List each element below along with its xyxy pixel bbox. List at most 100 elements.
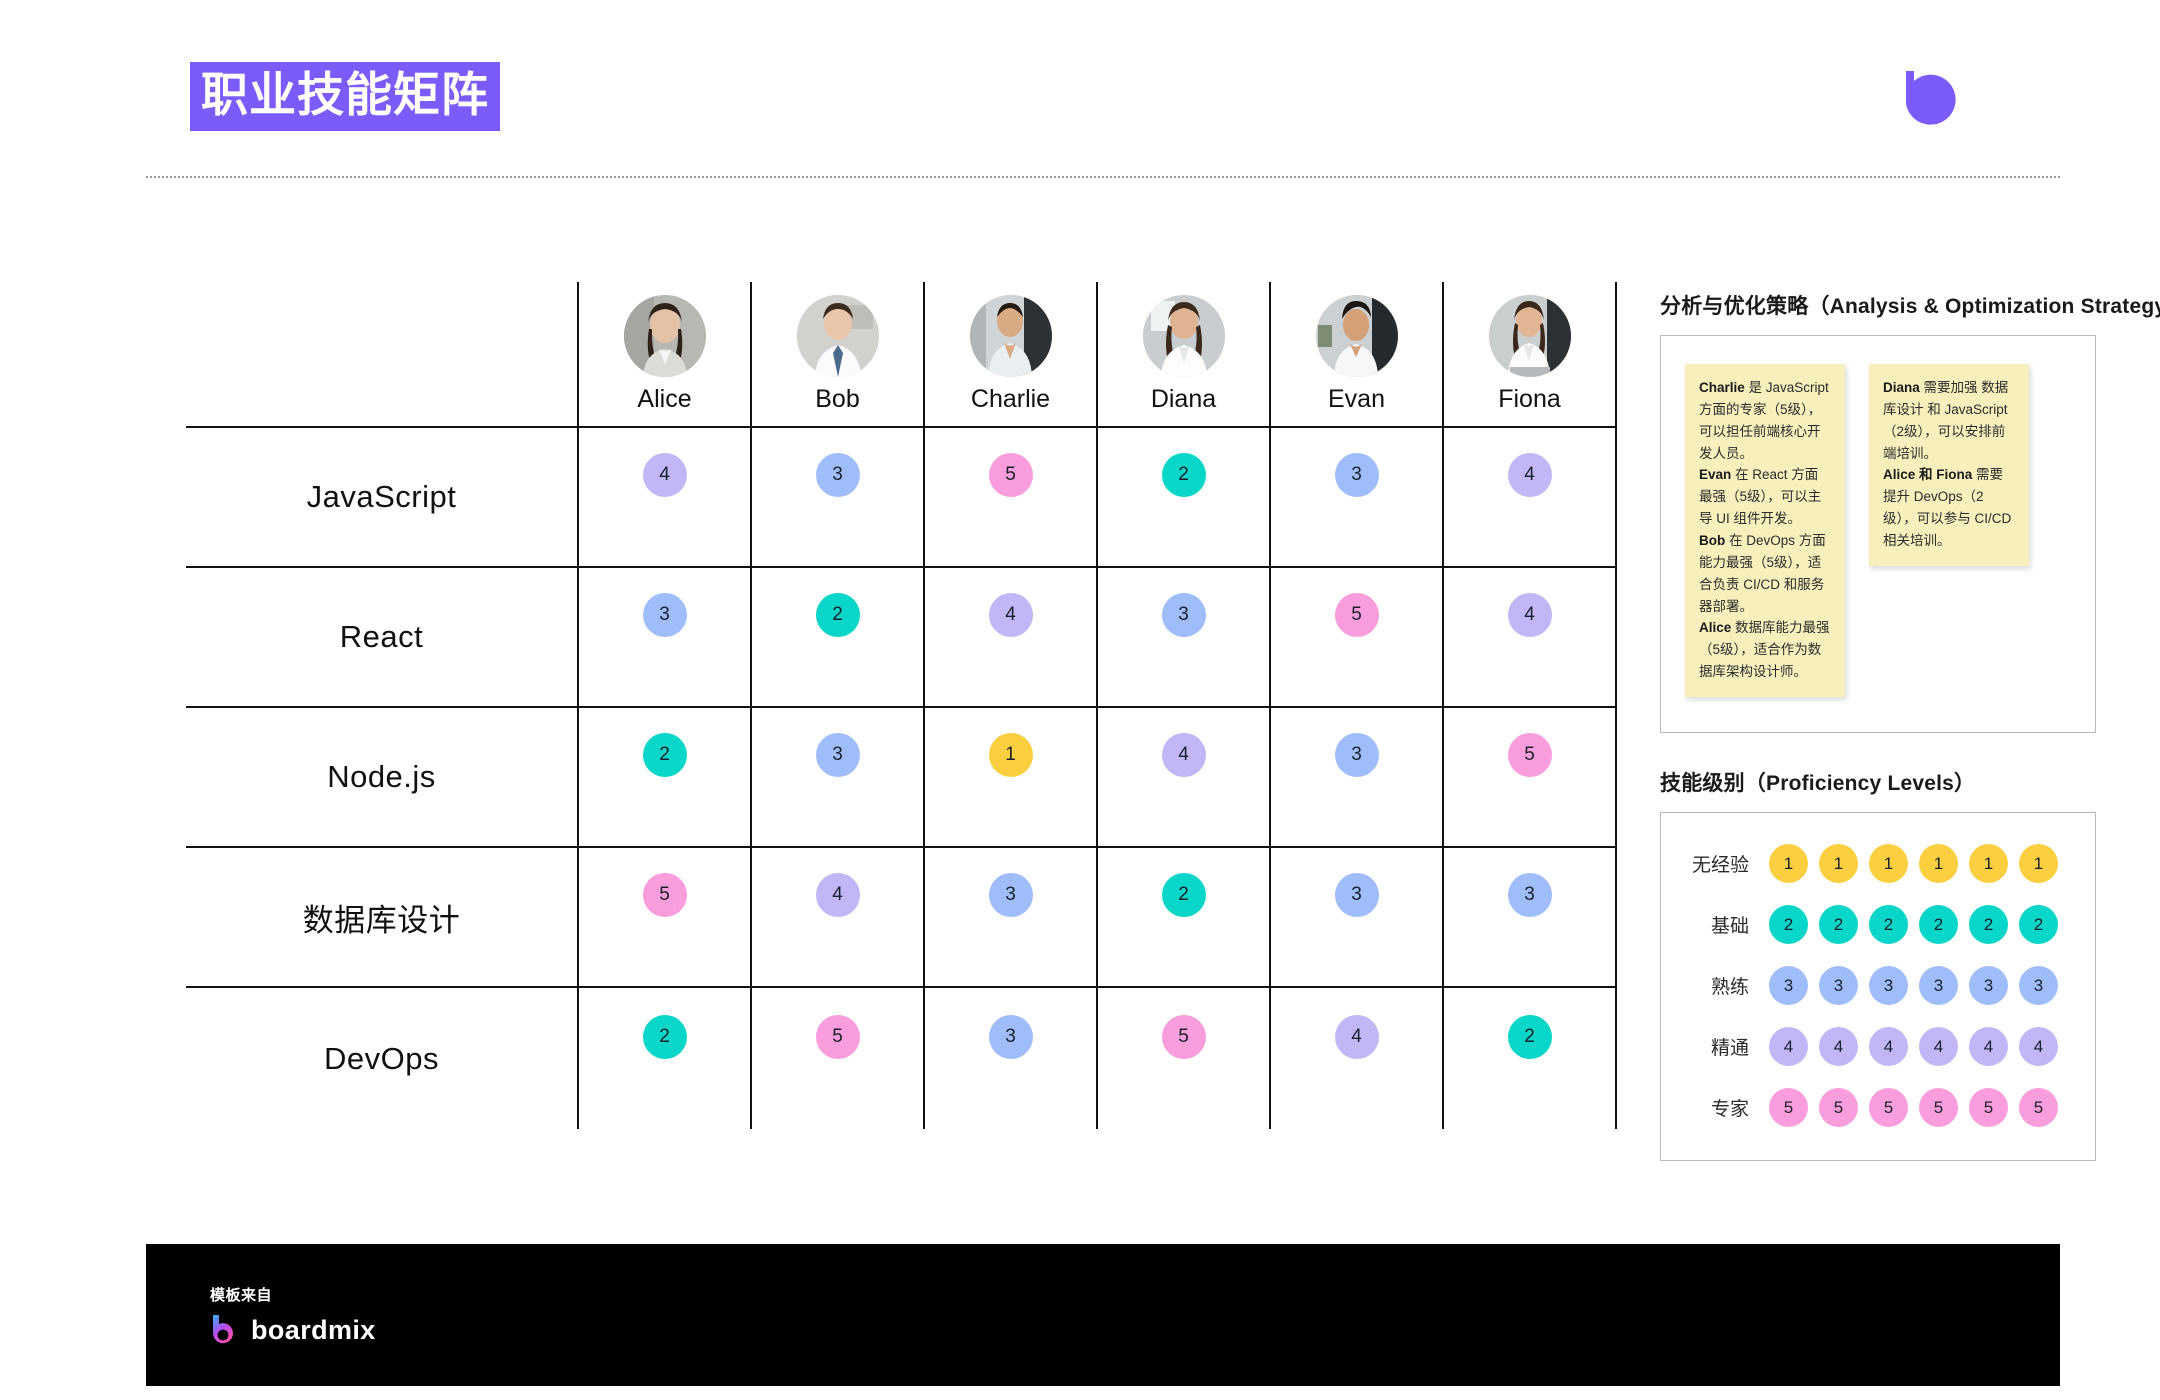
level-label: 熟练 [1710,977,1749,998]
rating-cell[interactable]: 3 [750,707,924,848]
rating-cell[interactable]: 3 [1269,707,1443,848]
rating-dot: 2 [1507,1014,1552,1059]
rating-dot: 3 [988,1014,1033,1059]
skill-label-cell: JavaScript [186,427,578,568]
note-line: Alice 数据库能力最强（5级），适合作为数据库架构设计师。 [1699,617,1831,683]
rating-dot: 3 [815,733,860,777]
footer-kicker: 模板来自 [210,1287,273,1304]
rating-dot: 1 [988,733,1033,777]
note-line: Diana 需要加强 数据库设计 和 JavaScript（2级），可以安排前端… [1883,377,2015,464]
rating-cell[interactable]: 3 [1096,567,1270,708]
level-dot: 3 [1969,966,2008,1005]
footer-branding: 模板来自 boardmix [210,1284,376,1346]
table-row: JavaScript 4 3 5 2 3 4 [186,427,1617,568]
rating-cell[interactable]: 3 [1269,847,1443,988]
level-row-expert: 专家 5 5 5 5 5 5 [1661,1077,2095,1138]
avatar-fiona [1488,294,1571,377]
rating-cell[interactable]: 5 [1096,987,1270,1129]
level-dot: 2 [1969,905,2008,944]
page-title: 职业技能矩阵 [190,62,500,131]
rating-cell[interactable]: 5 [750,987,924,1129]
rating-cell[interactable]: 2 [577,987,751,1129]
rating-cell[interactable]: 3 [923,847,1097,988]
rating-dot: 2 [1161,873,1206,917]
skill-label-cell: Node.js [186,707,578,848]
rating-cell[interactable]: 5 [577,847,751,988]
avatar-diana [1142,294,1225,377]
level-dot: 1 [1969,844,2008,883]
level-row-advanced: 精通 4 4 4 4 4 4 [1661,1016,2095,1077]
rating-cell[interactable]: 5 [1269,567,1443,708]
footer-logo-lockup[interactable]: boardmix [210,1314,376,1346]
rating-cell[interactable]: 3 [750,427,924,568]
level-row-none: 无经验 1 1 1 1 1 1 [1661,833,2095,894]
rating-dot: 5 [1334,593,1379,637]
footer-wordmark: boardmix [251,1314,376,1345]
table-row: React 3 2 4 3 5 4 [186,567,1617,708]
rating-cell[interactable]: 2 [1442,987,1617,1129]
rating-cell[interactable]: 4 [577,427,751,568]
sticky-note-strengths[interactable]: Charlie 是 JavaScript 方面的专家（5级），可以担任前端核心开… [1685,364,1845,698]
level-dot: 1 [2019,844,2058,883]
rating-cell[interactable]: 4 [1096,707,1270,848]
rating-cell[interactable]: 5 [1442,707,1617,848]
skill-label-cell: 数据库设计 [186,847,578,988]
person-header-charlie: Charlie [923,282,1097,428]
level-dot-group: 2 2 2 2 2 2 [1769,905,2058,944]
note-subject: Alice [1699,620,1732,636]
person-header-diana: Diana [1096,282,1270,428]
rating-cell[interactable]: 2 [1096,427,1270,568]
skill-matrix: Alice Bob Charlie Diana Evan Fiona JavaS… [186,282,1617,1129]
rating-cell[interactable]: 4 [750,847,924,988]
table-row: 数据库设计 5 4 3 2 3 3 [186,847,1617,988]
rating-cell[interactable]: 3 [577,567,751,708]
rating-dot: 5 [1161,1014,1206,1059]
slide-footer: 模板来自 boardmix [146,1244,2060,1386]
note-line: Bob 在 DevOps 方面能力最强（5级），适合负责 CI/CD 和服务器部… [1699,530,1831,617]
level-label: 精通 [1710,1038,1749,1059]
rating-cell[interactable]: 5 [923,427,1097,568]
level-label: 无经验 [1691,855,1749,876]
rating-dot: 4 [642,453,687,497]
rating-cell[interactable]: 4 [923,567,1097,708]
rating-cell[interactable]: 4 [1442,567,1617,708]
boardmix-logo-icon [210,1314,240,1346]
level-dot: 2 [1869,905,1908,944]
person-header-evan: Evan [1269,282,1443,428]
rating-dot: 4 [1334,1014,1379,1059]
level-dot: 3 [2019,966,2058,1005]
rating-cell[interactable]: 3 [1442,847,1617,988]
person-name: Fiona [1498,384,1561,413]
skill-name: 数据库设计 [302,902,461,938]
person-header-bob: Bob [750,282,924,428]
note-line: Evan 在 React 方面最强（5级），可以主导 UI 组件开发。 [1699,464,1831,530]
rating-cell[interactable]: 2 [1096,847,1270,988]
header-divider [146,176,2060,178]
level-dot-group: 1 1 1 1 1 1 [1769,844,2058,883]
level-dot-group: 4 4 4 4 4 4 [1769,1027,2058,1066]
rating-cell[interactable]: 3 [1269,427,1443,568]
matrix-body: JavaScript 4 3 5 2 3 4 React 3 2 4 3 5 4… [186,427,1617,1129]
level-dot: 2 [2019,905,2058,944]
rating-cell[interactable]: 2 [750,567,924,708]
level-row-proficient: 熟练 3 3 3 3 3 3 [1661,955,2095,1016]
rating-cell[interactable]: 3 [923,987,1097,1129]
skill-label-cell: DevOps [186,987,578,1129]
rating-dot: 3 [1334,733,1379,777]
rating-cell[interactable]: 1 [923,707,1097,848]
skill-label-cell: React [186,567,578,708]
rating-cell[interactable]: 2 [577,707,751,848]
rating-cell[interactable]: 4 [1269,987,1443,1129]
note-line: Charlie 是 JavaScript 方面的专家（5级），可以担任前端核心开… [1699,377,1831,464]
rating-dot: 5 [642,873,687,917]
skill-name: DevOps [324,1040,439,1076]
level-dot: 3 [1819,966,1858,1005]
level-dot: 1 [1869,844,1908,883]
note-subject: Charlie [1699,380,1745,395]
avatar-alice [623,294,706,377]
rating-cell[interactable]: 4 [1442,427,1617,568]
rating-dot: 5 [815,1014,860,1059]
level-dot: 1 [1769,844,1808,883]
sticky-note-gaps[interactable]: Diana 需要加强 数据库设计 和 JavaScript（2级），可以安排前端… [1869,364,2029,566]
rating-dot: 4 [815,873,860,917]
